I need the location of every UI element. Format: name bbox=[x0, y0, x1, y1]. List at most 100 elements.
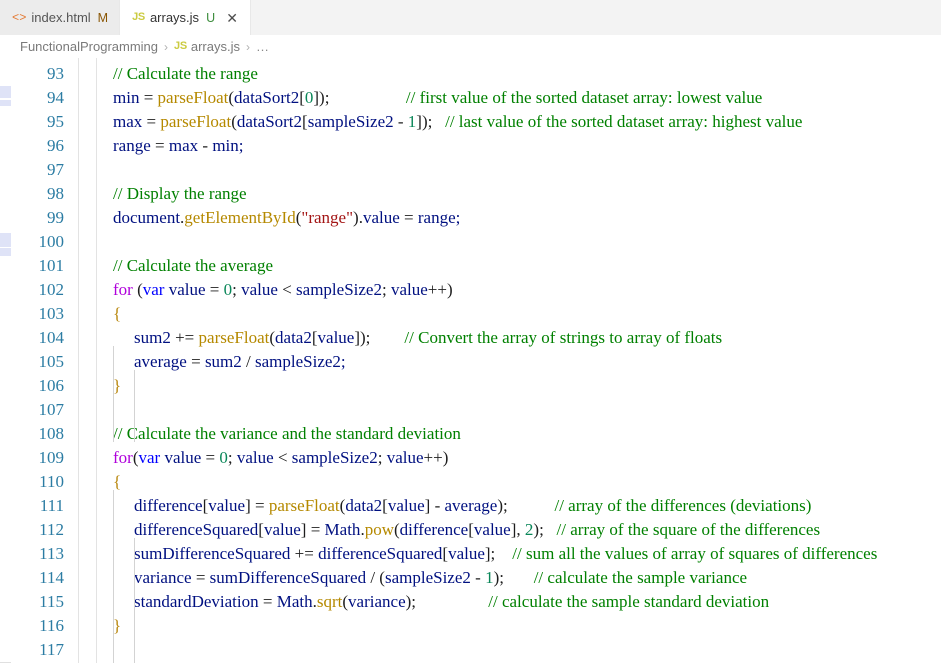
code-token-func: parseFloat bbox=[157, 88, 229, 107]
code-token-func: parseFloat bbox=[268, 496, 340, 515]
code-line[interactable]: // Calculate the variance and the standa… bbox=[97, 422, 941, 446]
code-token-plain: ). bbox=[353, 208, 363, 227]
tab-modified-badge: M bbox=[97, 10, 109, 25]
code-line[interactable]: min = parseFloat(dataSort2[0]); // first… bbox=[97, 86, 941, 110]
code-line[interactable] bbox=[97, 398, 941, 422]
code-line-text: document.getElementById("range").value =… bbox=[97, 206, 460, 230]
code-line[interactable]: document.getElementById("range").value =… bbox=[97, 206, 941, 230]
code-content[interactable]: // Calculate the range min = parseFloat(d… bbox=[97, 58, 941, 663]
code-editor[interactable]: 93 94 95 96 97 98 99 100 101 102 103 104 105 106 107 10… bbox=[0, 58, 941, 663]
code-token-var: average bbox=[444, 496, 498, 515]
close-icon[interactable]: ✕ bbox=[225, 11, 239, 25]
code-token-var: difference bbox=[134, 496, 203, 515]
overview-ruler-mark bbox=[0, 100, 11, 106]
code-token-plain: ; bbox=[377, 448, 387, 467]
code-line[interactable] bbox=[97, 158, 941, 182]
breadcrumb-item-symbols[interactable]: … bbox=[255, 39, 271, 54]
code-line[interactable]: sum2 += parseFloat(data2[value]); // Con… bbox=[97, 326, 941, 350]
breadcrumb-separator-icon: › bbox=[246, 39, 250, 54]
code-line[interactable]: for (var value = 0; value < sampleSize2;… bbox=[97, 278, 941, 302]
code-line[interactable]: max = parseFloat(dataSort2[sampleSize2 -… bbox=[97, 110, 941, 134]
html-file-icon: <> bbox=[12, 10, 27, 25]
code-token-plain: ); bbox=[493, 568, 504, 587]
line-number: 99 bbox=[47, 208, 64, 227]
code-token-comment: // sum all the values of array of square… bbox=[495, 544, 878, 563]
breadcrumb-separator-icon: › bbox=[164, 39, 169, 54]
code-token-var: value bbox=[448, 544, 485, 563]
code-line-text: max = parseFloat(dataSort2[sampleSize2 -… bbox=[97, 110, 802, 134]
code-token-var: sampleSize2 bbox=[307, 112, 398, 131]
code-token-plain: ] = bbox=[245, 496, 269, 515]
code-line-text: sum2 += parseFloat(data2[value]); // Con… bbox=[97, 326, 722, 350]
line-number: 98 bbox=[47, 184, 64, 203]
code-line[interactable]: } bbox=[97, 374, 941, 398]
code-line[interactable]: variance = sumDifferenceSquared / (sampl… bbox=[97, 566, 941, 590]
code-line[interactable]: // Calculate the average bbox=[97, 254, 941, 278]
code-line[interactable]: // Calculate the range bbox=[97, 62, 941, 86]
code-token-func: pow bbox=[364, 520, 394, 539]
code-token-var: value bbox=[317, 328, 355, 347]
breadcrumb-item-folder[interactable]: FunctionalProgramming bbox=[19, 39, 159, 54]
gutter-divider bbox=[78, 58, 79, 663]
code-token-plain: ]; bbox=[484, 544, 496, 563]
code-line[interactable]: { bbox=[97, 470, 941, 494]
breadcrumb-item-file[interactable]: JS arrays.js bbox=[173, 39, 241, 54]
code-token-comment: // last value of the sorted dataset arra… bbox=[432, 112, 803, 131]
code-line[interactable]: range = max - min; bbox=[97, 134, 941, 158]
code-token-keyword: var bbox=[142, 280, 169, 299]
code-line[interactable]: difference[value] = parseFloat(data2[val… bbox=[97, 494, 941, 518]
code-token-plain: ; bbox=[232, 280, 242, 299]
code-token-var: difference bbox=[399, 520, 469, 539]
code-token-var: sumDifferenceSquared bbox=[209, 568, 371, 587]
code-token-var: value bbox=[241, 280, 283, 299]
code-token-comment: // array of the square of the difference… bbox=[543, 520, 821, 539]
code-line[interactable]: { bbox=[97, 302, 941, 326]
line-number: 105 bbox=[38, 352, 65, 371]
code-token-var: variance bbox=[348, 592, 406, 611]
code-token-var: sumDifferenceSquared bbox=[134, 544, 295, 563]
code-line[interactable]: sumDifferenceSquared += differenceSquare… bbox=[97, 542, 941, 566]
code-line[interactable]: standardDeviation = Math.sqrt(variance);… bbox=[97, 590, 941, 614]
code-token-plain: ] - bbox=[424, 496, 445, 515]
code-line-text: standardDeviation = Math.sqrt(variance);… bbox=[97, 590, 769, 614]
code-token-plain: = bbox=[262, 592, 277, 611]
line-number: 110 bbox=[39, 472, 64, 491]
tab-label: arrays.js bbox=[149, 10, 200, 25]
code-line[interactable] bbox=[97, 230, 941, 254]
line-number: 101 bbox=[38, 256, 65, 275]
code-token-var: value bbox=[263, 520, 301, 539]
code-line[interactable]: } bbox=[97, 614, 941, 638]
tab-arrays-js[interactable]: JS arrays.js U ✕ bbox=[120, 0, 252, 35]
line-number: 109 bbox=[38, 448, 65, 467]
code-token-comment: // Calculate the average bbox=[113, 256, 273, 275]
line-number: 112 bbox=[39, 520, 64, 539]
code-token-plain: += bbox=[175, 328, 199, 347]
code-line[interactable]: average = sum2 / sampleSize2; bbox=[97, 350, 941, 374]
line-number: 117 bbox=[39, 640, 64, 659]
code-line[interactable]: // Display the range bbox=[97, 182, 941, 206]
overview-ruler-mark bbox=[0, 86, 11, 98]
code-token-var: sum2 bbox=[204, 352, 247, 371]
code-token-comment: // calculate the sample variance bbox=[503, 568, 748, 587]
code-token-var: value bbox=[236, 448, 278, 467]
code-token-num: 1 bbox=[485, 568, 494, 587]
code-line[interactable]: for(var value = 0; value < sampleSize2; … bbox=[97, 446, 941, 470]
breadcrumb: FunctionalProgramming › JS arrays.js › … bbox=[0, 35, 941, 58]
code-token-var: range bbox=[113, 136, 156, 155]
code-token-var: differenceSquared bbox=[318, 544, 443, 563]
code-token-var: sampleSize2 bbox=[296, 280, 382, 299]
code-token-plain: = bbox=[205, 448, 220, 467]
tab-index-html[interactable]: <> index.html M bbox=[0, 0, 121, 35]
code-token-var: max bbox=[168, 136, 203, 155]
code-line-text: { bbox=[97, 302, 121, 326]
code-token-plain: = bbox=[404, 208, 418, 227]
code-token-plain: ++) bbox=[423, 448, 449, 467]
code-line-text: for(var value = 0; value < sampleSize2; … bbox=[97, 446, 448, 470]
code-token-var: data2 bbox=[275, 328, 312, 347]
code-token-plain: = bbox=[195, 568, 210, 587]
code-token-comment: // Display the range bbox=[113, 184, 247, 203]
code-line[interactable]: differenceSquared[value] = Math.pow(diff… bbox=[97, 518, 941, 542]
code-line[interactable] bbox=[97, 638, 941, 662]
line-number: 102 bbox=[38, 280, 65, 299]
code-token-plain: / ( bbox=[370, 568, 385, 587]
